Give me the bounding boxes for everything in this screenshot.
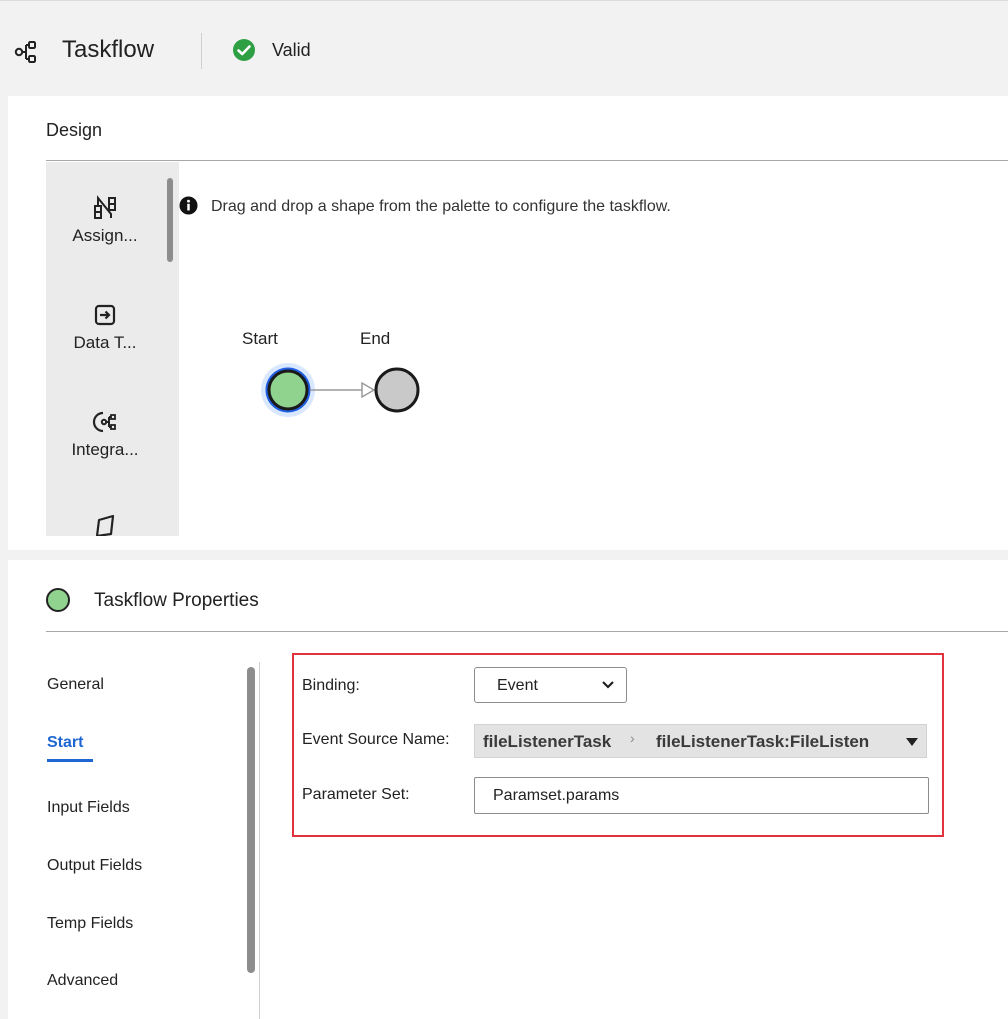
chevron-down-icon (602, 681, 614, 689)
event-source-picker[interactable]: fileListenerTask › fileListenerTask:File… (474, 724, 927, 758)
data-task-icon (94, 304, 116, 326)
flow-diagram (261, 363, 420, 417)
end-node-label: End (360, 329, 391, 348)
start-node-icon (46, 588, 70, 612)
breadcrumb-chevron-icon: › (630, 730, 635, 746)
notification-icon (95, 514, 115, 536)
binding-select[interactable]: Event (474, 667, 627, 703)
page-title: Taskflow (62, 36, 155, 63)
tab-general[interactable]: General (47, 676, 104, 694)
palette-scrollbar[interactable] (167, 178, 173, 262)
assignment-icon (94, 195, 116, 219)
parameter-set-input[interactable] (474, 777, 929, 814)
design-divider (46, 160, 1008, 161)
tab-input-fields[interactable]: Input Fields (47, 799, 130, 817)
tab-output-fields[interactable]: Output Fields (47, 857, 142, 875)
taskflow-header: Taskflow Valid (0, 0, 1008, 97)
integration-icon (92, 411, 116, 433)
info-icon (179, 196, 198, 215)
tabs-divider (259, 662, 260, 1019)
tab-start[interactable]: Start (47, 734, 83, 752)
start-node[interactable] (267, 369, 309, 411)
taskflow-icon (14, 41, 36, 63)
palette-item-label: Data T... (73, 333, 137, 352)
palette-item-data-task[interactable]: Data T... (46, 301, 164, 353)
properties-divider (46, 631, 1008, 632)
taskflow-properties-panel: Taskflow Properties General Start Input … (8, 560, 1008, 1019)
event-source-path-part: fileListenerTask:FileListen (656, 732, 870, 751)
palette-item-label: Assign... (72, 226, 138, 245)
event-source-label: Event Source Name: (302, 731, 450, 748)
start-node-label: Start (242, 329, 278, 348)
design-panel: Design Assign... Data T... Integra... Dr… (8, 96, 1008, 550)
design-title: Design (46, 120, 103, 140)
dropdown-triangle-icon (906, 738, 918, 746)
connector-arrowhead (361, 381, 376, 399)
tabs-scrollbar[interactable] (247, 667, 255, 973)
end-node[interactable] (374, 367, 420, 413)
shape-palette: Assign... Data T... Integra... (46, 162, 179, 536)
palette-item-notification[interactable] (46, 512, 164, 536)
parameter-set-label: Parameter Set: (302, 786, 410, 803)
properties-title: Taskflow Properties (94, 590, 259, 611)
canvas-hint: Drag and drop a shape from the palette t… (211, 198, 671, 215)
binding-value: Event (497, 677, 538, 694)
palette-item-label: Integra... (71, 440, 139, 459)
design-canvas[interactable]: Drag and drop a shape from the palette t… (179, 162, 1008, 550)
tab-temp-fields[interactable]: Temp Fields (47, 915, 133, 933)
status-text: Valid (272, 40, 311, 60)
valid-check-icon (233, 39, 255, 61)
header-divider (201, 33, 202, 69)
binding-label: Binding: (302, 677, 360, 694)
tab-advanced[interactable]: Advanced (47, 972, 118, 990)
event-source-path-part: fileListenerTask (483, 732, 612, 751)
palette-item-assignment[interactable]: Assign... (46, 194, 164, 246)
active-tab-indicator (47, 759, 93, 762)
palette-item-integration[interactable]: Integra... (46, 408, 164, 460)
